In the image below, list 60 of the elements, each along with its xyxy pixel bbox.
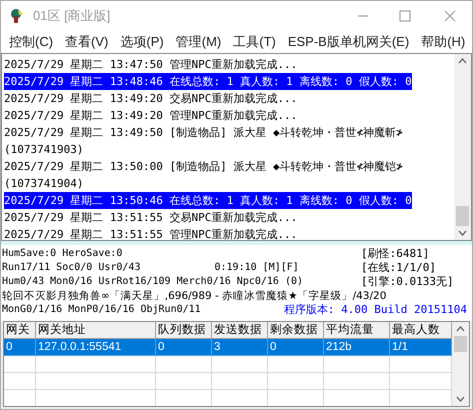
online-count: [在线:1/1/0] — [361, 261, 436, 275]
status-text: Run17/11 Soc0/0 Usr0/43 — [2, 261, 140, 275]
status-text: Hum0/43 Mon0/16 UsrRot16/109 Merch0/16 Npc0/16 (0) — [2, 275, 304, 289]
app-icon — [9, 8, 25, 24]
empty-table-cell — [212, 356, 268, 373]
scrollbar[interactable] — [454, 54, 471, 240]
scroll-down-icon[interactable] — [458, 230, 467, 236]
empty-table-cell — [324, 356, 390, 373]
menu-item[interactable]: 控制(C) — [3, 32, 60, 52]
empty-table-cell — [268, 356, 324, 373]
table-cell: 212b — [324, 339, 390, 356]
empty-table-cell — [4, 356, 36, 373]
menu-item[interactable]: 工具(T) — [227, 32, 282, 52]
menu-item[interactable]: 选项(P) — [114, 32, 170, 52]
status-text: HumSave:0 HeroSave:0 — [2, 247, 122, 261]
column-header[interactable]: 最高人数 — [390, 322, 452, 339]
engine-load: [引擎:0.0133无] — [361, 275, 454, 289]
column-header[interactable]: 网关地址 — [36, 322, 156, 339]
log-line[interactable]: 2025/7/29 星期二 13:50:00 [制造物品] 派大星 ◆斗转乾坤・普世≮神魔铠≯ (1073741904) — [4, 158, 403, 192]
status-text: 轮回不灭影月独角兽∞「满天星」,696/989 - 赤瞳冰雪魔猿★「字星级」/43/20 — [2, 289, 386, 303]
status-text: MonG0/1/16 MonP0/16/16 ObjRun0/11 — [2, 303, 201, 317]
column-header[interactable]: 网关 — [4, 322, 36, 339]
scroll-up-icon[interactable] — [456, 326, 465, 332]
table-cell: 1/1 — [390, 339, 452, 356]
log-line[interactable]: 2025/7/29 星期二 13:51:55 交易NPC重新加载完成... — [4, 209, 298, 226]
maximize-icon[interactable] — [399, 10, 411, 22]
empty-table-cell — [268, 373, 324, 390]
scrollbar[interactable] — [452, 322, 469, 406]
log-line[interactable]: 2025/7/29 星期二 13:49:50 [制造物品] 派大星 ◆斗转乾坤・普世≮神魔斬≯ (1073741903) — [4, 124, 403, 158]
log-line[interactable]: 2025/7/29 星期二 13:51:55 管理NPC重新加载完成... — [4, 226, 298, 240]
menu-item[interactable]: ESP-B版单机网关(E) — [282, 32, 416, 52]
column-header[interactable]: 平均流量 — [324, 322, 390, 339]
table-cell: 0 — [156, 339, 212, 356]
empty-table-cell — [4, 373, 36, 390]
log-line[interactable]: 2025/7/29 星期二 13:47:50 管理NPC重新加载完成... — [4, 56, 298, 73]
scroll-down-icon[interactable] — [456, 396, 465, 402]
scroll-thumb[interactable] — [454, 336, 467, 352]
log-line[interactable]: 2025/7/29 星期二 13:49:20 管理NPC重新加载完成... — [4, 107, 298, 124]
empty-table-cell — [156, 373, 212, 390]
table-cell: 0 — [4, 339, 36, 356]
close-icon[interactable] — [444, 10, 456, 22]
empty-table-cell — [156, 356, 212, 373]
table-cell: 0 — [268, 339, 324, 356]
monster-count: [刷怪:6481] — [361, 247, 430, 261]
scroll-thumb[interactable] — [456, 206, 469, 226]
column-header[interactable]: 剩余数据 — [268, 322, 324, 339]
column-header[interactable]: 队列数据 — [156, 322, 212, 339]
empty-table-cell — [324, 373, 390, 390]
log-line[interactable]: 2025/7/29 星期二 13:49:20 交易NPC重新加载完成... — [4, 90, 298, 107]
empty-table-cell — [212, 373, 268, 390]
menu-item[interactable]: 查看(V) — [59, 32, 114, 52]
table-cell: 3 — [212, 339, 268, 356]
column-header[interactable]: 发送数据 — [212, 322, 268, 339]
window-title: 01区 [商业版] — [33, 7, 110, 26]
version-text: 程序版本: 4.00 Build 20151104 — [284, 303, 467, 317]
menu-item[interactable]: 管理(M) — [170, 32, 228, 52]
menu-item[interactable]: 帮助(H) — [415, 32, 472, 52]
table-cell: 127.0.0.1:55541 — [36, 339, 156, 356]
scroll-up-icon[interactable] — [458, 58, 467, 64]
uptime-text: 0:19:10 [M][F] — [214, 261, 299, 275]
